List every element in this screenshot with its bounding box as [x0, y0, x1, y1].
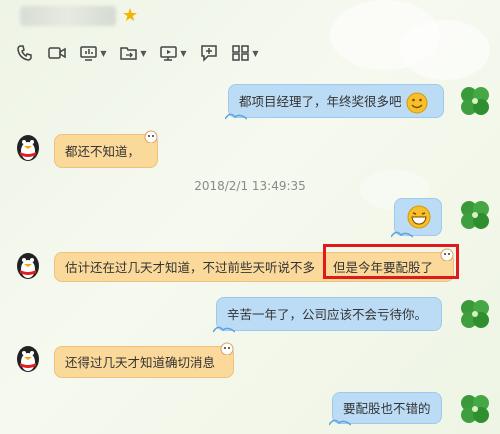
apps-grid-icon[interactable]: ▼: [226, 41, 264, 65]
bubble-wave-decoration: [329, 419, 351, 426]
cat-sticker-icon: [220, 342, 234, 355]
chevron-down-icon[interactable]: ▼: [100, 49, 106, 58]
message-text: 还得过几天才知道确切消息: [65, 355, 216, 370]
bubble-wave-decoration: [213, 326, 235, 333]
chat-header: ★: [0, 0, 500, 32]
clover-avatar[interactable]: [458, 297, 492, 331]
message-timestamp: 2018/2/1 13:49:35: [194, 179, 306, 193]
grin-emoji-icon: [406, 92, 427, 113]
cat-sticker-icon: [144, 130, 158, 143]
chevron-down-icon[interactable]: ▼: [140, 49, 146, 58]
clover-avatar[interactable]: [458, 198, 492, 232]
penguin-avatar[interactable]: [14, 132, 42, 162]
screen-share-icon[interactable]: ▼: [74, 41, 112, 65]
message-text: 辛苦一年了，公司应该不会亏待你。: [227, 307, 428, 322]
file-transfer-icon[interactable]: ▼: [114, 41, 152, 65]
message-bubble-sent[interactable]: 都项目经理了，年终奖很多吧: [225, 84, 444, 120]
highlight-box: [323, 244, 459, 279]
clover-avatar[interactable]: [458, 392, 492, 426]
message-bubble-sent[interactable]: 辛苦一年了，公司应该不会亏待你。: [213, 297, 442, 333]
penguin-avatar[interactable]: [14, 250, 42, 280]
message-bubble-sent[interactable]: 要配股也不错的: [329, 392, 442, 426]
penguin-avatar[interactable]: [14, 343, 42, 373]
new-chat-icon[interactable]: [194, 41, 224, 65]
video-icon[interactable]: [42, 41, 72, 65]
phone-icon[interactable]: [10, 41, 40, 65]
bubble-wave-decoration: [225, 113, 247, 120]
message-bubble-received[interactable]: 都还不知道，: [54, 130, 158, 168]
chevron-down-icon[interactable]: ▼: [180, 49, 186, 58]
message-text: 要配股也不错的: [343, 401, 431, 416]
star-icon[interactable]: ★: [122, 6, 138, 26]
bubble-wave-decoration: [391, 231, 413, 238]
message-text: 都项目经理了，年终奖很多吧: [239, 94, 402, 109]
chevron-down-icon[interactable]: ▼: [252, 49, 258, 58]
laughing-emoji-icon: [407, 205, 431, 229]
chat-toolbar: ▼ ▼ ▼ ▼: [10, 40, 266, 66]
message-text: 估计还在过几天才知道，不过前些天听说不多: [65, 260, 316, 275]
message-bubble-received[interactable]: 还得过几天才知道确切消息: [54, 342, 234, 378]
contact-name-blurred: [20, 6, 116, 26]
message-bubble-sent[interactable]: [391, 198, 442, 238]
message-text: 都还不知道，: [65, 144, 141, 159]
clover-avatar[interactable]: [458, 84, 492, 118]
remote-desktop-icon[interactable]: ▼: [154, 41, 192, 65]
